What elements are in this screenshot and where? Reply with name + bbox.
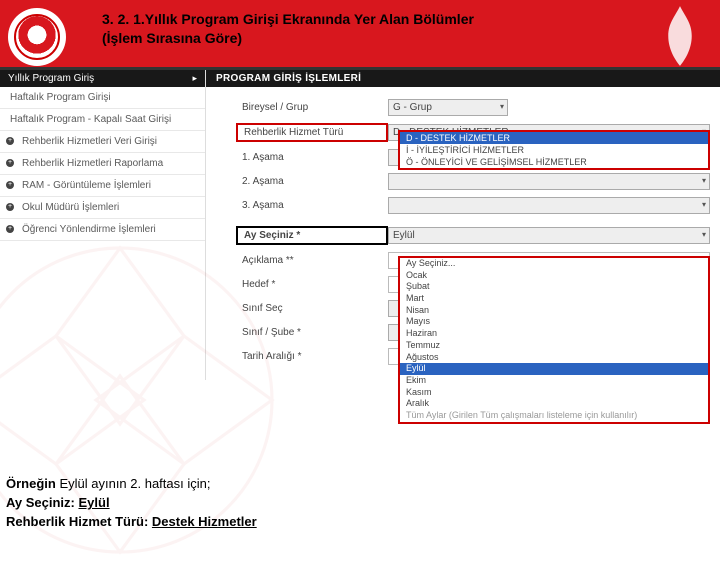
dropdown-option[interactable]: Nisan [400, 305, 708, 317]
label-asama1: 1. Aşama [236, 150, 388, 165]
dropdown-option[interactable]: Haziran [400, 328, 708, 340]
select-bireysel-grup[interactable]: G - Grup▾ [388, 99, 508, 116]
sidebar-item[interactable]: +Rehberlik Hizmetleri Veri Girişi [0, 131, 205, 153]
dropdown-option[interactable]: Aralık [400, 398, 708, 410]
label-asama3: 3. Aşama [236, 198, 388, 213]
label-asama2: 2. Aşama [236, 174, 388, 189]
select-asama3[interactable]: ▾ [388, 197, 710, 214]
meb-logo [8, 8, 66, 66]
dropdown-ay[interactable]: Ay Seçiniz...OcakŞubatMartNisanMayısHazi… [398, 256, 710, 424]
dropdown-option[interactable]: Ay Seçiniz... [400, 258, 708, 270]
chevron-down-icon: ▾ [500, 102, 504, 111]
plus-icon: + [6, 225, 14, 233]
label-sinif-sec: Sınıf Seç [236, 301, 388, 316]
dropdown-option[interactable]: Mart [400, 293, 708, 305]
dropdown-option[interactable]: Şubat [400, 281, 708, 293]
select-asama2[interactable]: ▾ [388, 173, 710, 190]
dropdown-option[interactable]: Temmuz [400, 340, 708, 352]
dropdown-option[interactable]: Tüm Aylar (Girilen Tüm çalışmaları liste… [400, 410, 708, 422]
dropdown-option[interactable]: Ağustos [400, 352, 708, 364]
chevron-right-icon: ▸ [192, 73, 197, 84]
sidebar-active-item[interactable]: Yıllık Program Giriş▸ [0, 70, 205, 87]
left-sidebar: Yıllık Program Giriş▸ Haftalık Program G… [0, 70, 206, 380]
example-text: Örneğin Eylül ayının 2. haftası için; Ay… [6, 475, 257, 532]
dropdown-option[interactable]: Mayıs [400, 316, 708, 328]
sidebar-item[interactable]: +RAM - Görüntüleme İşlemleri [0, 175, 205, 197]
sidebar-item[interactable]: +Öğrenci Yönlendirme İşlemleri [0, 219, 205, 241]
select-ay[interactable]: Eylül▾ [388, 227, 710, 244]
sidebar-item[interactable]: Haftalık Program - Kapalı Saat Girişi [0, 109, 205, 131]
dropdown-option[interactable]: İ - İYİLEŞTİRİCİ HİZMETLER [400, 144, 708, 156]
plus-icon: + [6, 181, 14, 189]
dropdown-option[interactable]: D - DESTEK HİZMETLER [400, 132, 708, 144]
panel-title: PROGRAM GİRİŞ İŞLEMLERİ [206, 70, 720, 87]
sidebar-item[interactable]: Haftalık Program Girişi [0, 87, 205, 109]
label-bireysel-grup: Bireysel / Grup [236, 100, 388, 115]
label-aciklama: Açıklama ** [236, 253, 388, 268]
dropdown-option[interactable]: Ocak [400, 270, 708, 282]
label-rehberlik-hizmet-turu: Rehberlik Hizmet Türü [236, 123, 388, 142]
plus-icon: + [6, 203, 14, 211]
plus-icon: + [6, 159, 14, 167]
dropdown-option[interactable]: Kasım [400, 387, 708, 399]
label-hedef: Hedef * [236, 277, 388, 292]
label-tarih: Tarih Aralığı * [236, 349, 388, 364]
plus-icon: + [6, 137, 14, 145]
chevron-down-icon: ▾ [702, 230, 706, 239]
dropdown-option[interactable]: Ö - ÖNLEYİCİ VE GELİŞİMSEL HİZMETLER [400, 156, 708, 168]
label-ay-seciniz: Ay Seçiniz * [236, 226, 388, 245]
dropdown-option[interactable]: Eylül [400, 363, 708, 375]
sidebar-item[interactable]: +Okul Müdürü İşlemleri [0, 197, 205, 219]
dropdown-rehberlik-hizmet-turu[interactable]: D - DESTEK HİZMETLERİ - İYİLEŞTİRİCİ HİZ… [398, 130, 710, 170]
dropdown-option[interactable]: Ekim [400, 375, 708, 387]
flame-icon [652, 4, 708, 68]
main-panel: PROGRAM GİRİŞ İŞLEMLERİ Bireysel / Grup … [206, 70, 720, 380]
slide-title: 3. 2. 1.Yıllık Program Girişi Ekranında … [102, 10, 474, 48]
slide-header: 3. 2. 1.Yıllık Program Girişi Ekranında … [0, 0, 720, 70]
sidebar-item[interactable]: +Rehberlik Hizmetleri Raporlama [0, 153, 205, 175]
label-sinif-sube: Sınıf / Şube * [236, 325, 388, 340]
